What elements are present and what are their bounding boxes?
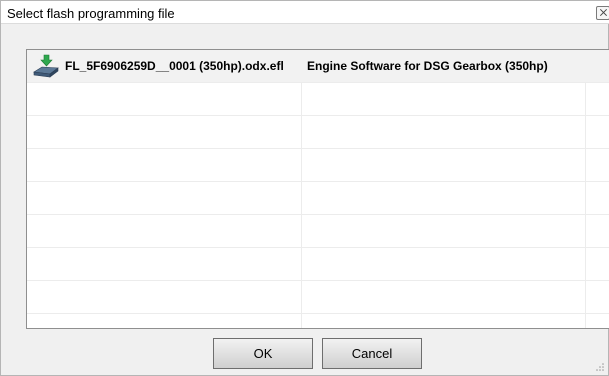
file-description: Engine Software for DSG Gearbox (350hp) — [307, 59, 548, 73]
file-row[interactable]: FL_5F6906259D__0001 (350hp).odx.efl Engi… — [27, 50, 609, 83]
module-download-icon — [33, 54, 59, 78]
empty-row — [27, 149, 609, 182]
ok-button[interactable]: OK — [213, 338, 313, 369]
close-icon[interactable] — [596, 6, 609, 20]
dialog-title: Select flash programming file — [7, 6, 175, 21]
resize-grip-icon[interactable] — [595, 362, 605, 372]
file-list: FL_5F6906259D__0001 (350hp).odx.efl Engi… — [26, 49, 609, 329]
empty-row — [27, 281, 609, 314]
empty-row — [27, 215, 609, 248]
empty-row — [27, 116, 609, 149]
file-name: FL_5F6906259D__0001 (350hp).odx.efl — [65, 59, 284, 73]
dialog-titlebar[interactable]: Select flash programming file — [1, 1, 609, 24]
empty-row — [27, 182, 609, 215]
cancel-button[interactable]: Cancel — [322, 338, 422, 369]
empty-row — [27, 248, 609, 281]
select-file-dialog: Select flash programming file FL_5F69062… — [0, 0, 609, 376]
empty-row — [27, 83, 609, 116]
